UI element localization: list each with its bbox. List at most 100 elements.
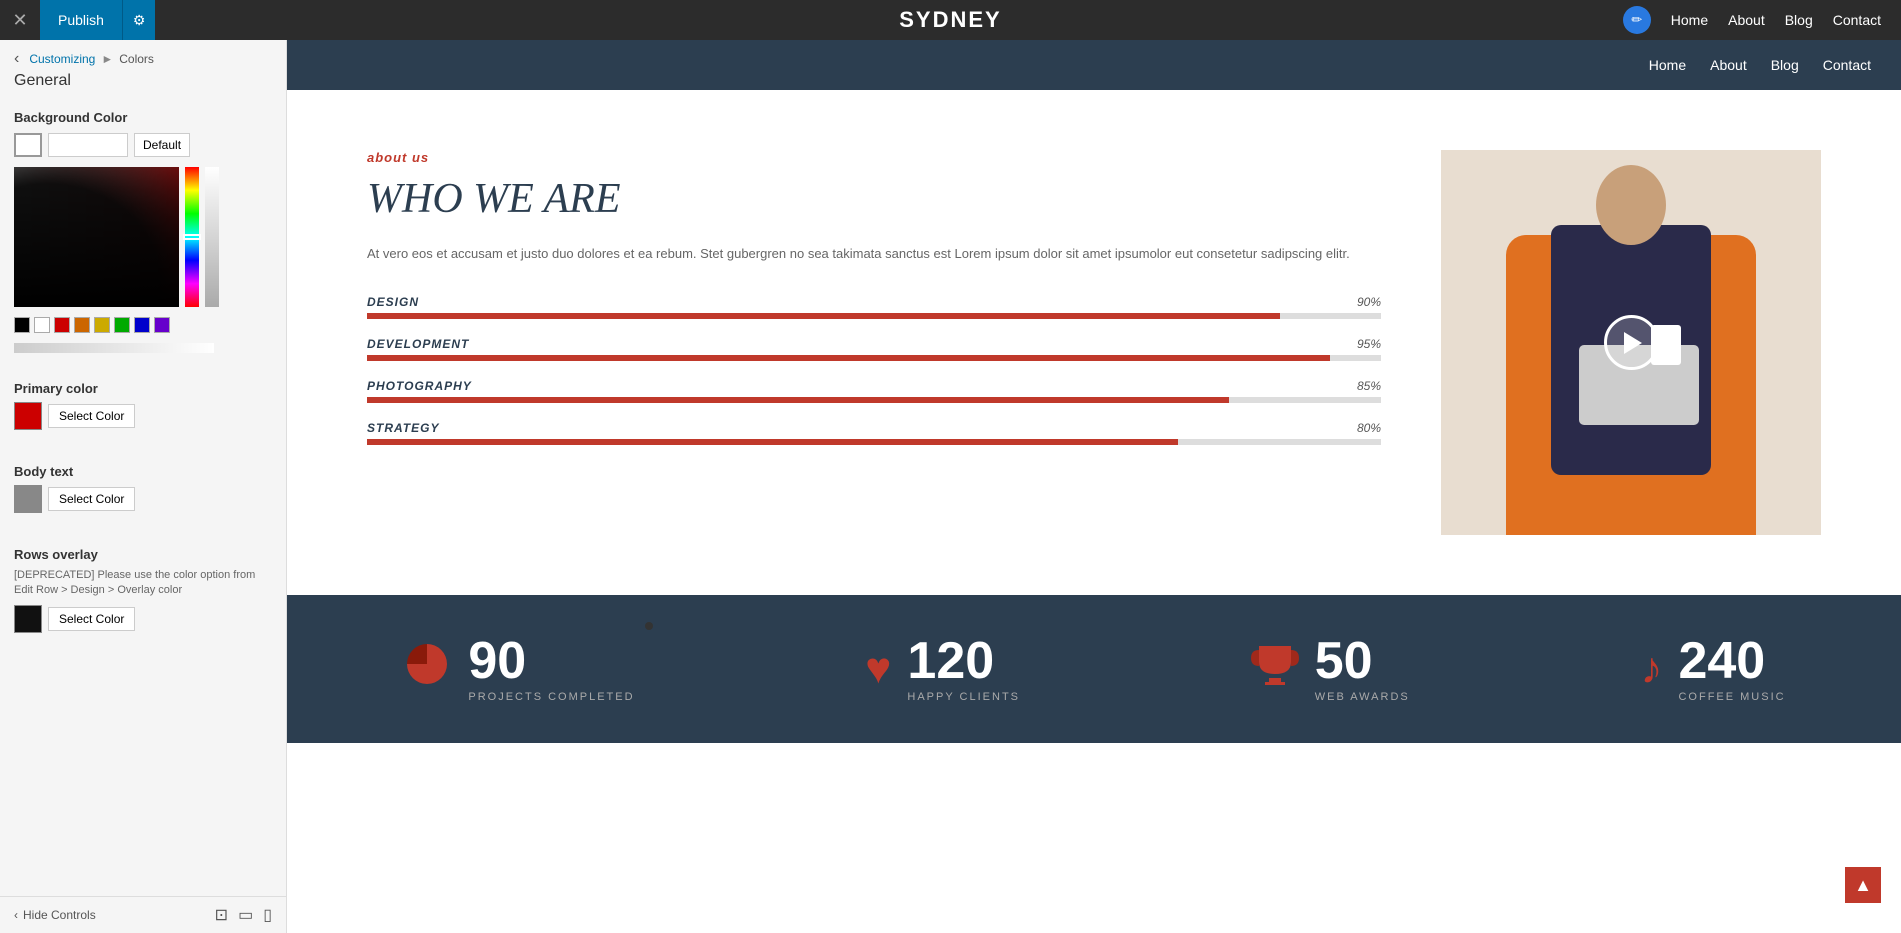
bg-color-picker-row: #ffffff Default [14,133,272,157]
nav-contact[interactable]: Contact [1833,12,1881,28]
nav-blog[interactable]: Blog [1785,12,1813,28]
nav-about[interactable]: About [1728,12,1765,28]
primary-color-swatch[interactable] [14,402,42,430]
skill-development: DEVELOPMENT 95% [367,337,1381,361]
preset-orange[interactable] [74,317,90,333]
bg-color-default-button[interactable]: Default [134,133,190,157]
tablet-icon[interactable]: ▭ [238,905,253,925]
skill-photo-name: PHOTOGRAPHY [367,379,472,393]
device-icons: ⊡ ▭ ▯ [215,905,272,925]
desktop-icon[interactable]: ⊡ [215,905,228,925]
bg-color-label: Background Color [14,110,272,125]
skill-strategy-pct: 80% [1357,421,1381,435]
breadcrumb-root[interactable]: Customizing [29,52,95,66]
preview-nav-blog[interactable]: Blog [1771,57,1799,73]
mobile-icon[interactable]: ▯ [263,905,272,925]
skill-dev-bar-bg [367,355,1381,361]
trophy-icon [1251,640,1299,698]
preset-purple[interactable] [154,317,170,333]
settings-button[interactable]: ⚙ [122,0,156,40]
rows-overlay-swatch[interactable] [14,605,42,633]
back-button[interactable]: ‹ [14,50,19,68]
rows-overlay-select-button[interactable]: Select Color [48,607,135,631]
rows-overlay-deprecated-text: [DEPRECATED] Please use the color option… [14,568,272,599]
primary-color-label: Primary color [14,381,272,396]
preset-blue[interactable] [134,317,150,333]
body-text-row: Select Color [14,485,272,513]
stat-coffee-info: 240 COFFEE MUSIC [1678,635,1785,703]
rows-overlay-row: Select Color [14,605,272,633]
hide-controls-button[interactable]: ‹ Hide Controls [14,908,96,922]
skill-strategy-name: STRATEGY [367,421,439,435]
breadcrumb-separator: ► [101,52,113,66]
skill-photo-bar-bg [367,397,1381,403]
about-content: aBouT US WHO WE ARE At vero eos et accus… [367,150,1381,463]
skill-strategy-bar-bg [367,439,1381,445]
skills-list: DESIGN 90% DEVELOPMENT 95% [367,295,1381,445]
breadcrumb: ‹ Customizing ► Colors [0,40,286,68]
color-picker-area [14,167,272,307]
preset-green[interactable] [114,317,130,333]
skill-photo-bar-fill [367,397,1229,403]
preset-black[interactable] [14,317,30,333]
skill-design-bar-bg [367,313,1381,319]
stat-projects-info: 90 PROJECTS COMPLETED [468,635,634,703]
stat-clients-label: HAPPY CLIENTS [907,691,1020,703]
body-text-label: Body text [14,464,272,479]
stat-awards: 50 WEB AWARDS [1251,635,1410,703]
breadcrumb-child: Colors [119,52,154,66]
hide-controls-arrow: ‹ [14,908,18,922]
close-button[interactable]: ✕ [0,0,40,40]
body-text-swatch[interactable] [14,485,42,513]
bg-color-swatch[interactable] [14,133,42,157]
body-text-select-button[interactable]: Select Color [48,487,135,511]
gradient-picker[interactable] [14,167,179,307]
nav-home[interactable]: Home [1671,12,1708,28]
preset-white[interactable] [34,317,50,333]
sidebar-bottom: ‹ Hide Controls ⊡ ▭ ▯ [0,896,286,933]
body-text-section: Body text Select Color [0,454,286,523]
music-icon: ♪ [1640,644,1662,694]
preview-nav: Home About Blog Contact [287,40,1901,90]
preset-yellow[interactable] [94,317,110,333]
alpha-slider[interactable] [205,167,219,307]
video-thumbnail[interactable] [1441,150,1821,535]
hue-slider[interactable] [185,167,199,307]
scroll-to-top-button[interactable]: ▲ [1845,867,1881,903]
skill-dev-name: DEVELOPMENT [367,337,469,351]
play-icon [1624,332,1642,354]
hide-controls-label: Hide Controls [23,908,96,922]
edit-icon[interactable]: ✏ [1623,6,1651,34]
rows-overlay-label: Rows overlay [14,547,272,562]
section-title: General [0,68,286,100]
stat-clients: ♥ 120 HAPPY CLIENTS [865,635,1020,703]
skill-design-name: DESIGN [367,295,419,309]
sidebar-scroll: Background Color #ffffff Default [0,100,286,896]
primary-select-color-button[interactable]: Select Color [48,404,135,428]
preview-nav-about[interactable]: About [1710,57,1747,73]
skill-design: DESIGN 90% [367,295,1381,319]
skill-dev-pct: 95% [1357,337,1381,351]
site-title: SYDNEY [899,7,1001,33]
about-text: At vero eos et accusam et justo duo dolo… [367,243,1381,265]
heart-icon: ♥ [865,644,891,694]
preset-red[interactable] [54,317,70,333]
preview-nav-contact[interactable]: Contact [1823,57,1871,73]
play-button[interactable] [1604,315,1659,370]
about-video [1441,150,1821,535]
skill-strategy-bar-fill [367,439,1178,445]
about-tag: aBouT US [367,150,1381,165]
stat-clients-number: 120 [907,635,1020,687]
stats-section: 90 PROJECTS COMPLETED ♥ 120 HAPPY CLIENT… [287,595,1901,743]
skill-photo-pct: 85% [1357,379,1381,393]
stat-projects-label: PROJECTS COMPLETED [468,691,634,703]
stat-projects-number: 90 [468,635,634,687]
skill-photography: PHOTOGRAPHY 85% [367,379,1381,403]
publish-button[interactable]: Publish [40,0,122,40]
top-bar-left: ✕ Publish ⚙ [0,0,155,40]
rows-overlay-section: Rows overlay [DEPRECATED] Please use the… [0,537,286,643]
sidebar: ‹ Customizing ► Colors General Backgroun… [0,40,287,933]
alpha-strip [14,343,214,353]
bg-color-hex-input[interactable]: #ffffff [48,133,128,157]
preview-nav-home[interactable]: Home [1649,57,1686,73]
